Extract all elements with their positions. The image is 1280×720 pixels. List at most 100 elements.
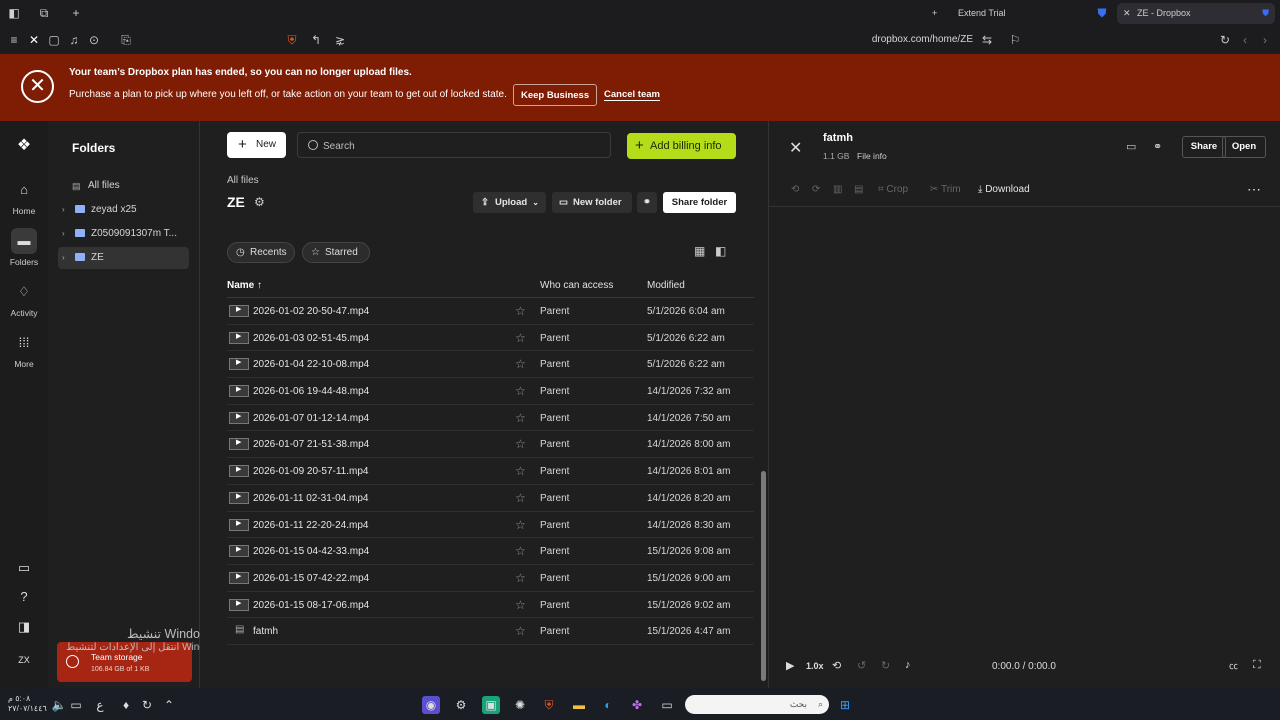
rail-activity[interactable]: ♢ Activity <box>0 279 48 318</box>
grid-view-icon[interactable]: ▦ <box>694 244 705 258</box>
spider-app-icon[interactable]: ✺ <box>511 696 529 714</box>
tab-menu-icon[interactable]: ⧉ <box>36 5 52 21</box>
recents-filter[interactable]: ◷ Recents <box>227 242 295 263</box>
share-folder-button[interactable]: Share folder <box>663 192 736 213</box>
star-icon[interactable]: ☆ <box>515 544 526 558</box>
column-access[interactable]: Who can access <box>540 280 613 291</box>
taskbar-search[interactable]: بحث ⌕ <box>685 695 829 714</box>
close-icon[interactable]: ✕ <box>789 138 802 158</box>
rail-folders[interactable]: ▬ Folders <box>0 228 48 267</box>
forward-icon[interactable]: › <box>1257 32 1273 48</box>
menu-icon[interactable]: ≡ <box>6 32 22 48</box>
file-name[interactable]: 2026-01-11 02-31-04.mp4 <box>253 493 368 504</box>
star-icon[interactable]: ☆ <box>515 624 526 638</box>
chevron-right-icon[interactable]: › <box>62 247 65 269</box>
table-row[interactable]: 2026-01-11 22-20-24.mp4 ☆ Parent 14/1/2026 … <box>227 512 754 539</box>
avatar[interactable]: ZX <box>11 650 37 670</box>
star-icon[interactable]: ☆ <box>515 411 526 425</box>
more-options-icon[interactable]: ⋯ <box>1247 181 1261 198</box>
new-button[interactable]: New <box>227 132 286 158</box>
search-field[interactable] <box>297 132 611 158</box>
volume-tray-icon[interactable]: 🔈 <box>50 696 68 714</box>
upload-button[interactable]: ⇪ Upload ⌄ <box>473 192 546 213</box>
tray-overflow-icon[interactable]: ⌃ <box>160 696 178 714</box>
file-name[interactable]: 2026-01-07 01-12-14.mp4 <box>253 413 369 424</box>
windows-start-icon[interactable]: ⊞ <box>836 696 854 714</box>
screenshot-icon[interactable]: ⎘ <box>118 32 134 48</box>
table-row[interactable]: 2026-01-07 21-51-38.mp4 ☆ Parent 14/1/2026 … <box>227 431 754 459</box>
chevron-right-icon[interactable]: › <box>62 199 65 221</box>
rail-more[interactable]: ⁞⁞⁞ More <box>0 330 48 369</box>
star-icon[interactable]: ☆ <box>515 598 526 612</box>
sidebar-item-ze[interactable]: › ZE <box>58 247 189 269</box>
preview-panel-icon[interactable]: ◧ <box>715 244 726 258</box>
file-name[interactable]: 2026-01-09 20-57-11.mp4 <box>253 466 368 477</box>
file-name[interactable]: 2026-01-15 08-17-06.mp4 <box>253 600 369 611</box>
file-list-scrollbar[interactable] <box>759 226 767 686</box>
star-icon[interactable]: ☆ <box>515 464 526 478</box>
column-modified[interactable]: Modified <box>647 280 685 291</box>
keep-business-button[interactable]: Keep Business <box>513 84 598 106</box>
star-icon[interactable]: ☆ <box>515 437 526 451</box>
table-row[interactable]: 2026-01-04 22-10-08.mp4 ☆ Parent 5/1/2026 6… <box>227 351 754 379</box>
star-icon[interactable]: ☆ <box>515 571 526 585</box>
tab-ze-dropbox[interactable]: ✕ ZE - Dropbox ⛊ <box>1117 3 1275 24</box>
new-tab-button[interactable]: + <box>932 3 937 24</box>
star-icon[interactable]: ☆ <box>515 304 526 318</box>
sidebar-item-all-files[interactable]: All files ▤ <box>58 175 189 197</box>
reader-icon[interactable]: ↰ <box>308 32 324 48</box>
discord-app-icon[interactable]: ◉ <box>422 696 440 714</box>
brave-shield-icon[interactable]: ⛨ <box>284 32 300 48</box>
star-icon[interactable]: ☆ <box>515 518 526 532</box>
cancel-team-button[interactable]: Cancel team <box>597 84 667 106</box>
loop-icon[interactable]: ⟲ <box>832 659 841 672</box>
game-app-icon[interactable]: ▣ <box>482 696 500 714</box>
table-row[interactable]: 2026-01-09 20-57-11.mp4 ☆ Parent 14/1/2026 … <box>227 458 754 485</box>
rail-admin[interactable]: ◨ <box>0 614 48 643</box>
file-name[interactable]: 2026-01-11 22-20-24.mp4 <box>253 520 368 531</box>
table-row[interactable]: 2026-01-15 04-42-33.mp4 ☆ Parent 15/1/2026 … <box>227 538 754 565</box>
table-row[interactable]: 2026-01-15 07-42-22.mp4 ☆ Parent 15/1/2026 … <box>227 565 754 592</box>
rail-desktop-app[interactable]: ▭ <box>0 555 48 584</box>
bookmark-icon[interactable]: ⚐ <box>1007 32 1023 48</box>
sidebar-panel-icon[interactable]: ◧ <box>6 5 22 21</box>
rail-home[interactable]: ⌂ Home <box>0 177 48 216</box>
back-icon[interactable]: ‹ <box>1237 32 1253 48</box>
comment-icon[interactable]: ▭ <box>1126 140 1136 153</box>
tab-extend-trial[interactable]: Extend Trial <box>958 3 1006 24</box>
file-explorer-icon[interactable]: ▬ <box>570 696 588 714</box>
file-name[interactable]: fatmh <box>253 626 278 637</box>
site-settings-icon[interactable]: ⇆ <box>979 32 995 48</box>
panel-icon[interactable]: ▢ <box>46 32 62 48</box>
new-folder-button[interactable]: ▭ New folder <box>552 192 632 213</box>
dropbox-tab-icon[interactable]: ⛊ <box>1094 5 1110 21</box>
language-indicator[interactable]: ع <box>91 696 109 714</box>
captions-icon[interactable]: ㏄ <box>1229 659 1238 672</box>
address-bar[interactable]: ⛨ ↰ ⋧ dropbox.com/home/ZE ⇆ ⚐ <box>280 29 1035 51</box>
preview-share-button[interactable]: Share <box>1182 136 1226 158</box>
sync-tray-icon[interactable]: ↻ <box>138 696 156 714</box>
star-icon[interactable]: ☆ <box>515 357 526 371</box>
star-icon[interactable]: ☆ <box>515 491 526 505</box>
starred-filter[interactable]: ☆ Starred <box>302 242 370 263</box>
volume-icon[interactable]: ♪ <box>905 659 911 671</box>
link-icon[interactable]: ⚭ <box>1153 140 1162 153</box>
star-icon[interactable]: ☆ <box>515 331 526 345</box>
preview-open-button[interactable]: Open <box>1222 136 1266 158</box>
network-tray-icon[interactable]: ▭ <box>67 696 85 714</box>
music-icon[interactable]: ♫ <box>66 32 82 48</box>
file-name[interactable]: 2026-01-04 22-10-08.mp4 <box>253 359 369 370</box>
chevron-right-icon[interactable]: › <box>62 223 65 245</box>
table-row[interactable]: 2026-01-02 20-50-47.mp4 ☆ Parent 5/1/2026 6… <box>227 298 754 325</box>
download-manager-icon[interactable]: ⊙ <box>86 32 102 48</box>
table-row[interactable]: 2026-01-06 19-44-48.mp4 ☆ Parent 14/1/2026 … <box>227 378 754 405</box>
table-row[interactable]: 2026-01-07 01-12-14.mp4 ☆ Parent 14/1/2026 … <box>227 405 754 432</box>
breadcrumb[interactable]: All files <box>227 175 259 186</box>
microphone-tray-icon[interactable]: ♦ <box>117 696 135 714</box>
fullscreen-icon[interactable]: ⛶ <box>1253 659 1261 672</box>
search-input[interactable] <box>323 137 593 155</box>
sidebar-item-z0509[interactable]: › Z0509091307m T... <box>58 223 189 245</box>
file-name[interactable]: 2026-01-15 07-42-22.mp4 <box>253 573 369 584</box>
file-name[interactable]: 2026-01-15 04-42-33.mp4 <box>253 546 369 557</box>
url-text[interactable]: dropbox.com/home/ZE <box>872 34 973 45</box>
